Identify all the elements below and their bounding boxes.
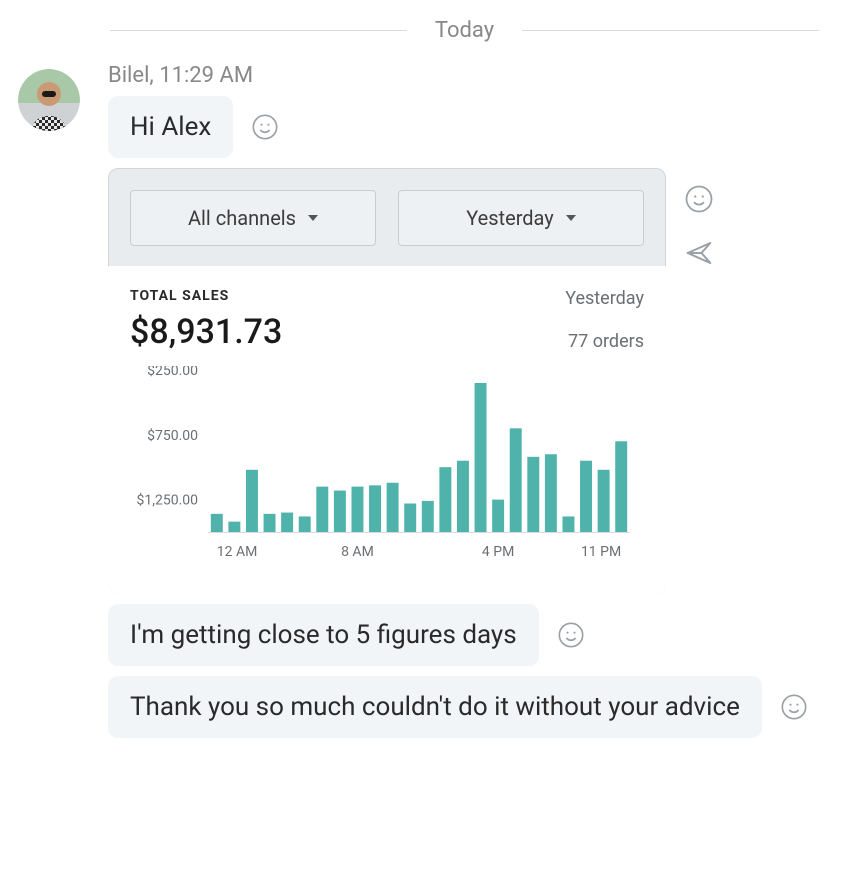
react-icon[interactable] <box>684 184 714 214</box>
svg-text:11 PM: 11 PM <box>581 544 621 560</box>
sender-name: Bilel <box>108 63 149 88</box>
svg-text:$750.00: $750.00 <box>147 427 198 444</box>
total-sales-label: TOTAL SALES <box>130 288 282 304</box>
svg-text:4 PM: 4 PM <box>482 544 514 560</box>
react-icon[interactable] <box>251 113 279 141</box>
period-dropdown-label: Yesterday <box>466 206 554 230</box>
react-icon[interactable] <box>557 621 585 649</box>
divider-label: Today <box>407 18 522 43</box>
svg-text:$1,250.00: $1,250.00 <box>136 492 198 509</box>
total-sales-orders: 77 orders <box>565 331 644 352</box>
svg-text:12 AM: 12 AM <box>217 544 258 560</box>
share-icon[interactable] <box>684 238 714 268</box>
date-divider: Today <box>110 18 819 43</box>
react-icon[interactable] <box>780 693 808 721</box>
divider-line-left <box>110 30 407 31</box>
message-bubble[interactable]: I'm getting close to 5 figures days <box>108 604 539 666</box>
chevron-down-icon <box>566 215 576 221</box>
chevron-down-icon <box>308 215 318 221</box>
svg-text:8 AM: 8 AM <box>341 544 374 560</box>
avatar[interactable] <box>18 69 80 131</box>
sales-bar-chart: $1,250.00 $750.00 $250.00 12 AM 8 AM 4 PM 11 P… <box>130 366 644 570</box>
total-sales-period: Yesterday <box>565 288 644 309</box>
message-bubble[interactable]: Thank you so much couldn't do it without… <box>108 676 762 738</box>
divider-line-right <box>522 30 819 31</box>
message-bubble[interactable]: Hi Alex <box>108 96 233 158</box>
sender-time: 11:29 AM <box>159 63 253 88</box>
channels-dropdown[interactable]: All channels <box>130 190 376 246</box>
message-text: Hi Alex <box>130 112 211 142</box>
total-sales-amount: $8,931.73 <box>130 312 282 352</box>
sales-screenshot[interactable]: All channels Yesterday TOTAL SALES <box>108 168 666 594</box>
message-text: I'm getting close to 5 figures days <box>130 620 517 650</box>
channels-dropdown-label: All channels <box>188 206 296 230</box>
period-dropdown[interactable]: Yesterday <box>398 190 644 246</box>
svg-text:$250.00: $250.00 <box>147 366 198 379</box>
message-meta: Bilel, 11:29 AM <box>108 63 859 88</box>
message-text: Thank you so much couldn't do it without… <box>130 692 740 722</box>
